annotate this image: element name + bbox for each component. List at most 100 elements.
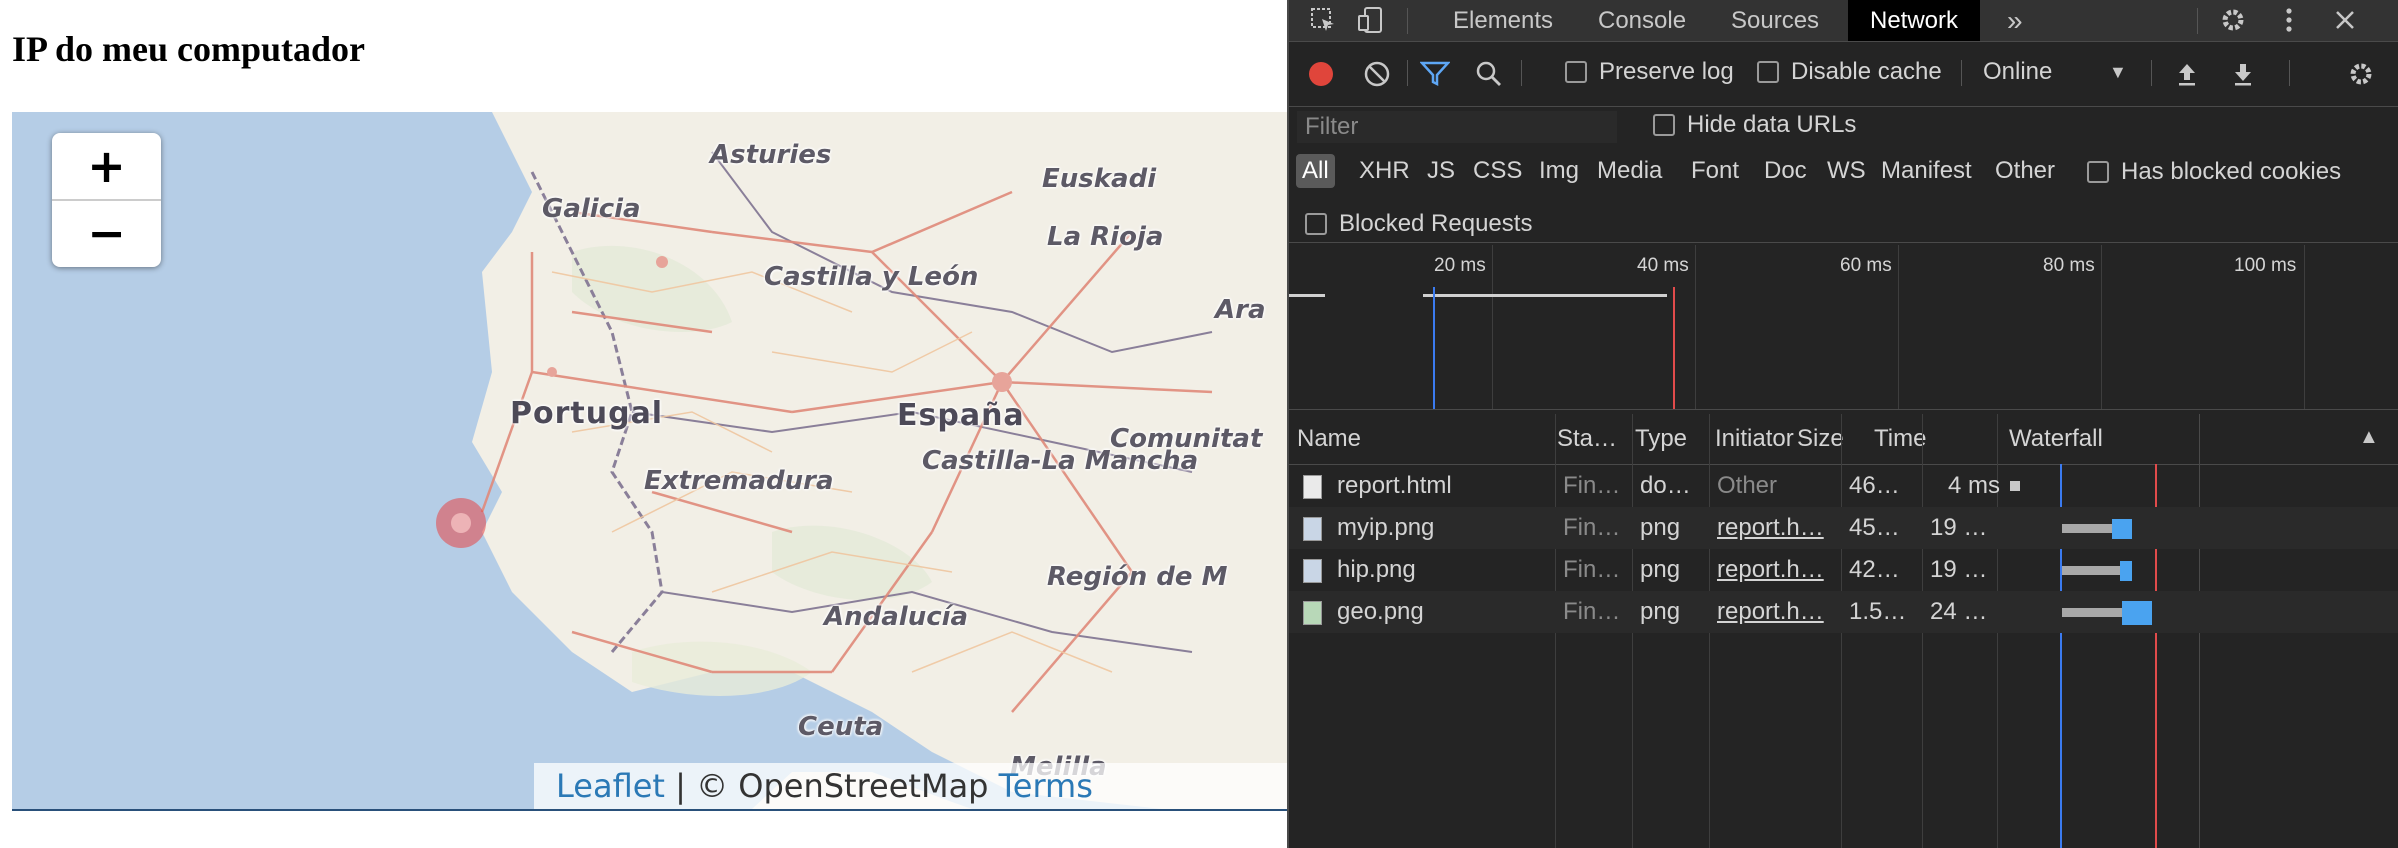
zoom-out-button[interactable]: − [52,200,161,266]
sort-ascending-icon: ▲ [2359,426,2379,448]
settings-gear-icon[interactable] [2217,4,2249,36]
table-row[interactable]: geo.png Fin… png report.h… 1.5… 24 … [1289,591,2398,633]
checkbox-box[interactable] [1653,114,1675,136]
location-marker[interactable] [436,498,486,548]
column-header-time[interactable]: Time [1866,414,1954,464]
overview-gridline [1492,245,1493,409]
timeline-overview[interactable]: 20 ms 40 ms 60 ms 80 ms 100 ms [1289,245,2398,410]
attribution-separator: | [675,767,686,805]
type-filter-other[interactable]: Other [1989,154,2061,188]
type-filter-manifest[interactable]: Manifest [1875,154,1978,188]
device-toolbar-icon[interactable] [1355,4,1387,36]
column-header-status[interactable]: Sta… [1549,414,1627,464]
checkbox-box[interactable] [2087,161,2109,183]
table-row[interactable]: report.html Fin… do… Other 46… 4 ms [1289,465,2398,507]
checkbox-box[interactable] [1565,61,1587,83]
waterfall-download-bar [2122,601,2152,625]
leaflet-link[interactable]: Leaflet [556,767,665,805]
type-filter-xhr[interactable]: XHR [1353,154,1416,188]
hide-data-urls-checkbox[interactable]: Hide data URLs [1653,111,1856,139]
toolbar-divider [2151,60,2152,86]
tab-sources[interactable]: Sources [1709,0,1841,41]
export-har-icon[interactable] [2227,58,2259,90]
checkbox-box[interactable] [1305,213,1327,235]
type-filter-css[interactable]: CSS [1467,154,1528,188]
blocked-requests-checkbox[interactable]: Blocked Requests [1305,210,1532,238]
preserve-log-checkbox[interactable]: Preserve log [1565,58,1734,86]
checkbox-box[interactable] [1757,61,1779,83]
inspect-element-icon[interactable] [1307,4,1339,36]
hide-data-urls-label: Hide data URLs [1687,111,1857,138]
table-row[interactable]: myip.png Fin… png report.h… 45… 19 … [1289,507,2398,549]
image-file-icon [1303,559,1322,583]
zoom-in-button[interactable]: + [52,133,161,201]
type-filter-media[interactable]: Media [1591,154,1668,188]
request-type: png [1640,556,1681,583]
overview-tick-label: 20 ms [1434,255,1486,276]
more-tabs-button[interactable]: » [1985,0,2045,41]
load-event-line [1673,287,1675,409]
request-type: png [1640,514,1681,541]
request-initiator: Other [1717,472,1778,499]
request-time: 24 … [1930,598,1988,625]
request-status: Fin… [1563,598,1621,625]
has-blocked-cookies-checkbox[interactable]: Has blocked cookies [2087,158,2341,186]
filter-icon[interactable] [1419,58,1451,90]
import-har-icon[interactable] [2171,58,2203,90]
column-header-size[interactable]: Size [1789,414,1863,464]
network-settings-gear-icon[interactable] [2345,58,2377,90]
close-icon[interactable] [2329,4,2361,36]
toolbar-divider [1961,60,1962,86]
request-name[interactable]: myip.png [1329,507,1557,549]
column-header-name[interactable]: Name [1289,414,1547,464]
kebab-menu-icon[interactable] [2273,4,2305,36]
request-initiator[interactable]: report.h… [1709,549,1841,591]
overview-gridline [2304,245,2305,409]
map-label-ara: Ara [1215,295,1266,325]
record-icon[interactable] [1305,58,1337,90]
terms-link[interactable]: Terms [999,767,1093,805]
request-initiator[interactable]: report.h… [1709,591,1841,633]
clear-icon[interactable] [1361,58,1393,90]
filter-input[interactable]: Filter [1297,111,1617,143]
request-status: Fin… [1563,556,1621,583]
domcontentloaded-line [1433,287,1435,409]
disable-cache-checkbox[interactable]: Disable cache [1757,58,1942,86]
type-filter-js[interactable]: JS [1421,154,1461,188]
request-size: 42… [1849,556,1900,583]
map-label-asturies: Asturies [710,140,832,170]
throttling-value: Online [1983,58,2053,85]
document-file-icon [1303,475,1322,499]
request-name[interactable]: geo.png [1329,591,1557,633]
column-header-waterfall[interactable]: Waterfall [2001,414,2309,464]
tab-console[interactable]: Console [1576,0,1708,41]
type-filter-all[interactable]: All [1296,154,1335,188]
filter-row: Filter Hide data URLs [1289,107,2398,147]
map[interactable]: + − Asturies Euskadi Galicia La Rioja Ca… [12,112,1287,811]
tab-elements[interactable]: Elements [1431,0,1575,41]
search-icon[interactable] [1473,58,1505,90]
column-header-type[interactable]: Type [1627,414,1705,464]
waterfall-download-bar [2112,519,2132,539]
request-name[interactable]: report.html [1329,465,1557,507]
toolbar-divider [1407,60,1408,86]
type-filter-ws[interactable]: WS [1821,154,1872,188]
throttling-select[interactable]: Online ▼ [1983,58,2127,86]
map-label-euskadi: Euskadi [1042,164,1157,194]
type-filter-doc[interactable]: Doc [1758,154,1813,188]
request-initiator[interactable]: report.h… [1709,507,1841,549]
request-name[interactable]: hip.png [1329,549,1557,591]
tab-network[interactable]: Network [1848,0,1981,41]
type-filter-font[interactable]: Font [1685,154,1745,188]
disable-cache-label: Disable cache [1791,58,1942,85]
zoom-control: + − [52,133,161,267]
request-type: png [1640,598,1681,625]
overview-tick-label: 40 ms [1637,255,1689,276]
waterfall-waiting-bar [2062,608,2124,617]
type-filter-img[interactable]: Img [1533,154,1585,188]
map-label-andalucia: Andalucía [824,602,969,632]
table-row[interactable]: hip.png Fin… png report.h… 42… 19 … [1289,549,2398,591]
map-attribution: Leaflet | © OpenStreetMap Terms [534,763,1287,809]
overview-gridline [2101,245,2102,409]
request-time: 4 ms [1947,472,2000,499]
